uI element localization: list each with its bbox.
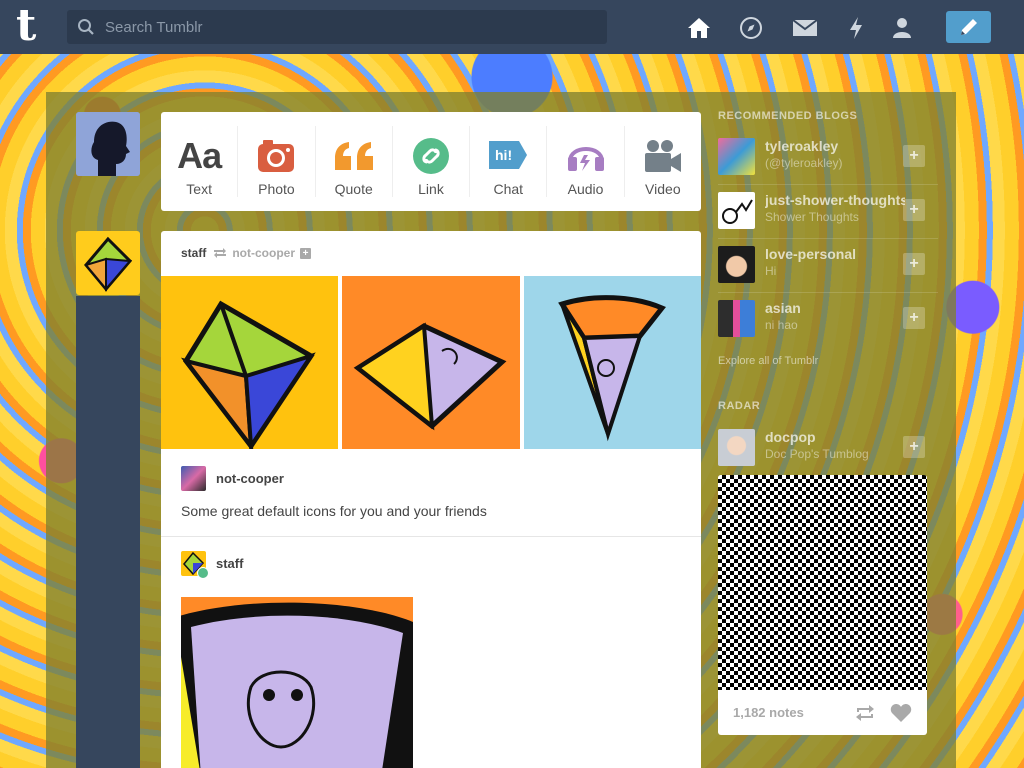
blog-name: asian [765,300,801,316]
home-icon[interactable] [686,15,712,41]
blog-avatar[interactable] [718,246,755,283]
follow-plus-icon[interactable]: + [300,247,312,259]
post-type-video[interactable]: Video [625,126,701,197]
reblog-icon[interactable] [854,704,876,722]
staff-badge-icon [197,567,209,579]
explore-link[interactable]: Explore all of Tumblr [718,355,818,367]
blog-text: love-personal Hi [765,246,905,292]
top-nav-bar: t [0,0,1024,54]
account-person-icon[interactable] [889,15,915,41]
blog-name: tyleroakley [765,138,839,154]
blog-text: just-shower-thoughts Shower Thoughts [765,192,905,238]
notes-count[interactable]: 1,182 notes [733,705,804,720]
photo-blue-icon[interactable] [523,276,701,449]
explore-compass-icon[interactable] [738,15,764,41]
blog-text: asian ni hao [765,300,905,346]
photo-yellow-icon[interactable] [161,276,339,453]
post-avatar-column [76,296,140,768]
post-caption: Some great default icons for you and you… [181,503,487,519]
divider [718,238,938,239]
camera-icon [257,136,295,176]
blog-text: tyleroakley (@tyleroakley) [765,138,905,184]
headphones-icon [566,136,606,176]
photoset[interactable] [161,276,701,453]
divider [161,536,701,537]
blog-avatar[interactable] [718,300,755,337]
post-type-text[interactable]: Aa Text [161,126,239,197]
text-icon: Aa [177,135,222,176]
divider [718,184,938,185]
blog-avatar[interactable] [718,192,755,229]
divider [718,292,938,293]
follow-button[interactable]: + [903,307,925,329]
search-input[interactable] [105,18,585,36]
recommended-blogs-title: RECOMMENDED BLOGS [718,110,858,122]
search-icon [78,19,94,35]
post-type-chat[interactable]: hi! Chat [470,126,548,197]
blog-subtitle: Hi [765,264,777,278]
reblogger-name[interactable]: not-cooper [216,471,284,486]
heart-like-icon[interactable] [890,703,912,723]
link-icon [412,136,449,176]
blog-subtitle: Shower Thoughts [765,210,859,224]
blog-subtitle: ni hao [765,318,798,332]
blog-text: docpop Doc Pop's Tumblog [765,429,905,475]
blog-name: just-shower-thoughts [765,192,905,208]
post-large-image[interactable] [181,597,413,768]
post-type-quote[interactable]: Quote [316,126,393,197]
recommended-blog-item[interactable]: tyleroakley (@tyleroakley) + [718,138,928,184]
user-avatar[interactable] [76,112,140,176]
blog-avatar[interactable] [718,138,755,175]
follow-button[interactable]: + [903,436,925,458]
photo-orange-icon[interactable] [342,276,520,449]
post-type-composer: Aa Text Photo Quote Link hi! Chat Audio [161,112,701,211]
post-type-photo[interactable]: Photo [238,126,316,197]
follow-button[interactable]: + [903,199,925,221]
post-author-avatar[interactable] [76,231,140,295]
dashboard-post: staff not-cooper + not-cooper Some great… [161,231,701,768]
radar-blog-subtitle: Doc Pop's Tumblog [765,447,869,461]
post-header: staff not-cooper + [181,246,312,260]
activity-lightning-icon[interactable] [843,15,869,41]
search-bar[interactable] [67,10,607,44]
follow-button[interactable]: + [903,145,925,167]
recommended-blog-item[interactable]: just-shower-thoughts Shower Thoughts + [718,192,928,238]
staff-name[interactable]: staff [216,556,243,571]
follow-button[interactable]: + [903,253,925,275]
reblog-trail-header: not-cooper [181,466,284,491]
radar-blog-item[interactable]: docpop Doc Pop's Tumblog + [718,429,928,475]
inbox-icon[interactable] [792,15,818,41]
pencil-icon [960,19,977,35]
post-type-audio[interactable]: Audio [547,126,625,197]
radar-title: RADAR [718,400,761,412]
blog-subtitle: (@tyleroakley) [765,156,843,170]
reblog-icon [214,248,227,258]
video-camera-icon [643,136,683,176]
radar-blog-avatar[interactable] [718,429,755,466]
blog-name: love-personal [765,246,857,262]
radar-post-footer: 1,182 notes [718,690,927,735]
tumblr-logo[interactable]: t [16,4,50,48]
staff-trail-header: staff [181,551,243,579]
compose-button[interactable] [946,11,991,43]
reblogger-avatar[interactable] [181,466,206,491]
post-type-link[interactable]: Link [393,126,471,197]
post-author-name[interactable]: staff [181,246,206,260]
chat-icon: hi! [487,136,529,176]
recommended-blog-item[interactable]: love-personal Hi + [718,246,928,292]
radar-post-card: 1,182 notes [718,475,927,735]
recommended-blog-item[interactable]: asian ni hao + [718,300,928,346]
radar-post-image[interactable] [718,475,927,690]
reblogged-from-name[interactable]: not-cooper [232,246,295,260]
quote-icon [333,136,375,176]
staff-avatar[interactable] [181,551,209,579]
radar-blog-name: docpop [765,429,816,445]
svg-text:hi!: hi! [495,147,512,163]
